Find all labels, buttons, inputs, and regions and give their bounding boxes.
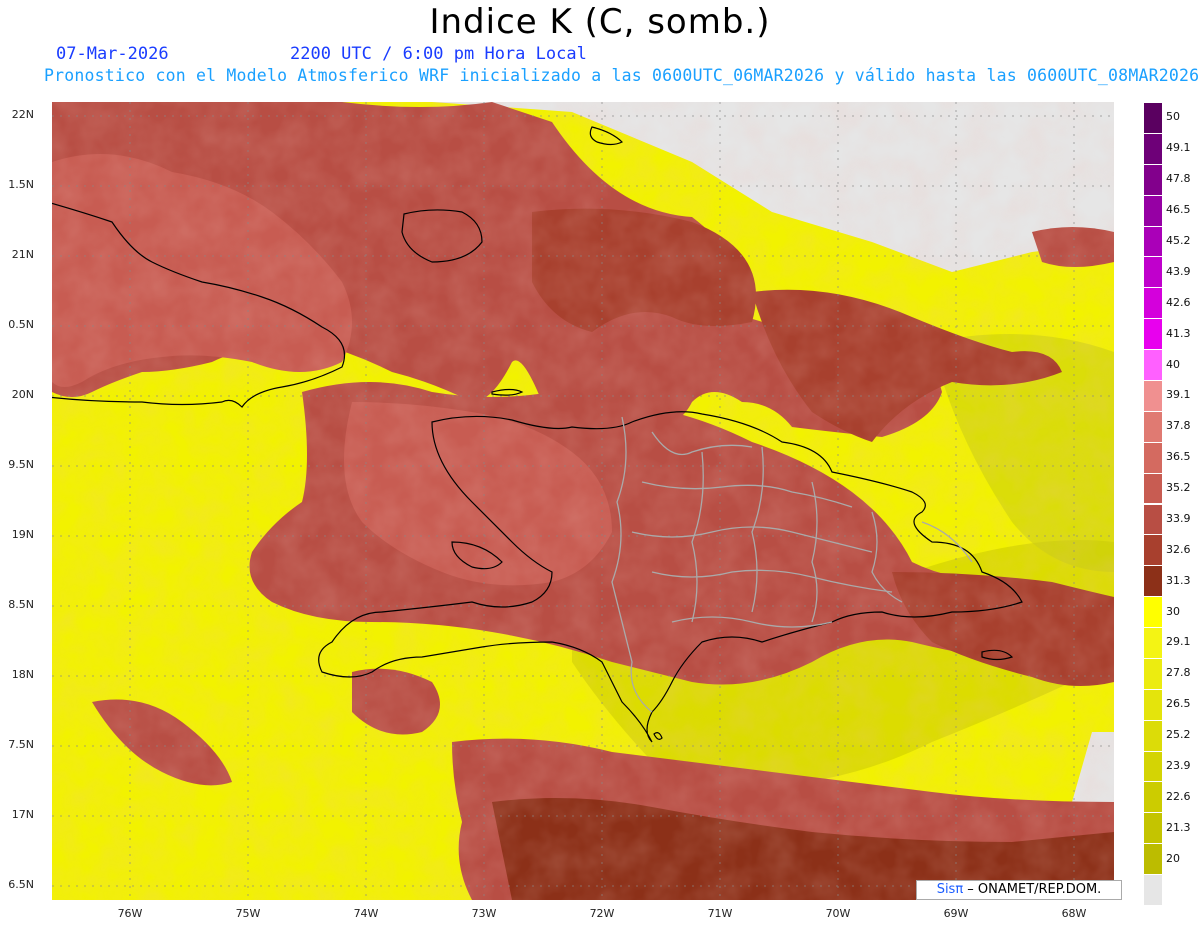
- colorbar-swatch: [1144, 688, 1162, 720]
- colorbar-swatch: [1144, 318, 1162, 350]
- colorbar-label: 35.2: [1166, 481, 1191, 495]
- colorbar-swatch: [1144, 472, 1162, 504]
- lon-label: 74W: [353, 907, 379, 920]
- colorbar-swatch: [1144, 163, 1162, 195]
- colorbar-swatch: [1144, 287, 1162, 319]
- colorbar-label: 31.3: [1166, 573, 1191, 587]
- colorbar-label: 22.6: [1166, 789, 1191, 803]
- colorbar-swatch: [1144, 843, 1162, 875]
- colorbar-swatch: [1144, 225, 1162, 257]
- lat-label: 6.5N: [8, 878, 34, 891]
- colorbar-swatch: [1144, 441, 1162, 473]
- colorbar-label: 46.5: [1166, 203, 1191, 217]
- colorbar-swatch: [1144, 627, 1162, 658]
- colorbar-swatch: [1144, 503, 1162, 535]
- credit-badge: Sisπ – ONAMET/REP.DOM.: [916, 880, 1122, 900]
- lat-label: 0.5N: [8, 318, 34, 331]
- colorbar-label: 33.9: [1166, 511, 1191, 525]
- lat-label: 20N: [11, 388, 34, 401]
- lat-label: 21N: [11, 248, 34, 261]
- colorbar-swatch: [1144, 256, 1162, 288]
- colorbar-swatch: [1144, 410, 1162, 442]
- colorbar-swatch: [1144, 657, 1162, 689]
- lat-label: 18N: [11, 668, 34, 681]
- colorbar-label: 41.3: [1166, 326, 1191, 340]
- colorbar-label: 23.9: [1166, 759, 1191, 773]
- lat-label: 9.5N: [8, 458, 34, 471]
- colorbar-label: 36.5: [1166, 450, 1191, 464]
- lat-label: 7.5N: [8, 738, 34, 751]
- lon-label: 69W: [943, 907, 969, 920]
- lon-label: 76W: [117, 907, 143, 920]
- lat-label: 19N: [11, 528, 34, 541]
- credit-org: – ONAMET/REP.DOM.: [963, 882, 1102, 897]
- colorbar-swatch: [1144, 534, 1162, 566]
- colorbar-label: 27.8: [1166, 666, 1191, 680]
- colorbar-swatch: [1144, 102, 1162, 133]
- colorbar-swatch: [1144, 719, 1162, 751]
- colorbar-swatch: [1144, 349, 1162, 380]
- lat-label: 22N: [11, 108, 34, 121]
- colorbar-label: 21.3: [1166, 820, 1191, 834]
- colorbar-label: 49.1: [1166, 141, 1191, 155]
- colorbar-legend: 50 49.1 47.8 46.5 45.2 43.9 42.6 41.3 40 39.1 37.8…: [1144, 102, 1200, 905]
- lat-label: 17N: [11, 808, 34, 821]
- colorbar-swatch: [1144, 132, 1162, 164]
- colorbar-label: 45.2: [1166, 233, 1191, 247]
- colorbar-label: 39.1: [1166, 388, 1191, 402]
- colorbar-swatch: [1144, 812, 1162, 844]
- colorbar-swatch: [1144, 781, 1162, 813]
- colorbar-swatch: [1144, 565, 1162, 597]
- colorbar-label: 25.2: [1166, 728, 1191, 742]
- colorbar-swatch: [1144, 596, 1162, 628]
- lat-label: 1.5N: [8, 178, 34, 191]
- forecast-time: 2200 UTC / 6:00 pm Hora Local: [290, 44, 587, 64]
- lon-label: 70W: [825, 907, 851, 920]
- colorbar-label: 43.9: [1166, 264, 1191, 278]
- map-title: Indice K (C, somb.): [429, 2, 771, 42]
- colorbar-swatch: [1144, 194, 1162, 226]
- colorbar-swatch: [1144, 750, 1162, 782]
- colorbar-label: 50: [1166, 110, 1180, 124]
- colorbar-label: 29.1: [1166, 635, 1191, 649]
- lon-label: 72W: [589, 907, 615, 920]
- credit-brand: Sisπ: [936, 882, 964, 897]
- colorbar-label: 40: [1166, 357, 1180, 371]
- colorbar-label: 37.8: [1166, 419, 1191, 433]
- colorbar-label: 30: [1166, 604, 1180, 618]
- colorbar-label: 26.5: [1166, 697, 1191, 711]
- colorbar-label: 42.6: [1166, 295, 1191, 309]
- k-index-map: [52, 102, 1114, 900]
- lon-label: 71W: [707, 907, 733, 920]
- lat-label: 8.5N: [8, 598, 34, 611]
- colorbar-swatch: [1144, 379, 1162, 411]
- lon-label: 73W: [471, 907, 497, 920]
- forecast-subtitle: Pronostico con el Modelo Atmosferico WRF…: [44, 66, 1200, 85]
- lon-label: 68W: [1061, 907, 1087, 920]
- colorbar-label: 47.8: [1166, 172, 1191, 186]
- colorbar-label: 32.6: [1166, 542, 1191, 556]
- colorbar-swatch: [1144, 874, 1162, 905]
- lon-label: 75W: [235, 907, 261, 920]
- colorbar-label: 20: [1166, 851, 1180, 865]
- forecast-date: 07-Mar-2026: [56, 44, 169, 64]
